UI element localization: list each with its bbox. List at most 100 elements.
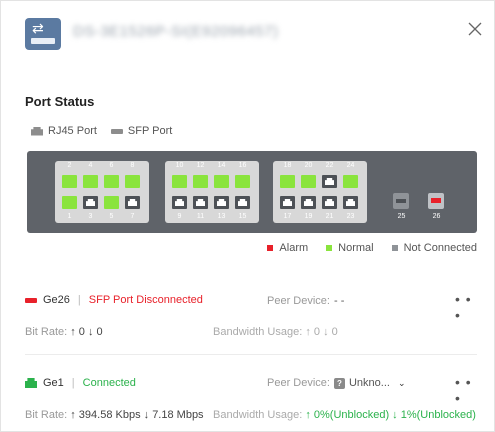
peer-label: Peer Device:	[267, 377, 330, 389]
port-number-9: 9	[177, 213, 182, 220]
rj45-jack-icon	[283, 199, 292, 206]
port-name: Ge26	[43, 294, 70, 306]
legend-alarm-label: Alarm	[279, 242, 309, 254]
port-23[interactable]	[343, 196, 358, 209]
port-status-panel: ⇄ DS-3E1526P-SI(E92096457) Port Status R…	[0, 0, 495, 432]
port-number-1: 1	[67, 213, 72, 220]
sfp-slot-icon	[396, 199, 406, 203]
port-14[interactable]	[214, 175, 229, 188]
alarm-swatch	[267, 245, 274, 251]
port-card-ge26: Ge26 | SFP Port Disconnected Peer Device…	[25, 291, 477, 344]
section-title: Port Status	[25, 94, 95, 109]
port-number-24: 24	[346, 162, 355, 169]
divider: |	[71, 377, 75, 389]
port-number-4: 4	[88, 162, 93, 169]
port-17[interactable]	[280, 196, 295, 209]
bandwidth-label: Bandwidth Usage:	[213, 409, 303, 421]
port-number-19: 19	[304, 213, 313, 220]
port-18[interactable]	[280, 175, 295, 188]
rj45-jack-icon	[325, 178, 334, 185]
rj45-jack-icon	[175, 199, 184, 206]
port-number-16: 16	[238, 162, 247, 169]
port-status: SFP Port Disconnected	[88, 294, 203, 306]
rj45-jack-icon	[65, 199, 74, 206]
port-13[interactable]	[214, 196, 229, 209]
unknown-device-icon: ?	[333, 377, 345, 389]
chevron-down-icon[interactable]: ⌄	[398, 378, 406, 389]
more-options-icon[interactable]: • • •	[455, 291, 477, 323]
rj45-jack-icon	[128, 199, 137, 206]
sfp-port-25[interactable]	[393, 193, 409, 209]
port-status: Connected	[82, 377, 136, 389]
legend-not-connected-label: Not Connected	[403, 242, 477, 254]
bandwidth-value: ↑ 0 ↓ 0	[305, 326, 338, 338]
port-20[interactable]	[301, 175, 316, 188]
rj45-jack-icon	[196, 178, 205, 185]
legend-alarm: Alarm	[267, 242, 308, 254]
rj45-jack-icon	[217, 199, 226, 206]
port-8[interactable]	[125, 175, 140, 188]
port-name: Ge1	[43, 377, 64, 389]
port-2[interactable]	[62, 175, 77, 188]
port-number-8: 8	[130, 162, 135, 169]
bandwidth-label: Bandwidth Usage:	[213, 326, 303, 338]
peer-label: Peer Device:	[267, 295, 330, 307]
rj45-jack-icon	[304, 199, 313, 206]
port-7[interactable]	[125, 196, 140, 209]
port-1[interactable]	[62, 196, 77, 209]
rj45-jack-icon	[304, 178, 313, 185]
rj45-jack-icon	[325, 199, 334, 206]
port-4[interactable]	[83, 175, 98, 188]
port-number-6: 6	[109, 162, 114, 169]
rj45-jack-icon	[346, 178, 355, 185]
port-number-17: 17	[283, 213, 292, 220]
port-6[interactable]	[104, 175, 119, 188]
port-12[interactable]	[193, 175, 208, 188]
port-15[interactable]	[235, 196, 250, 209]
switch-device-icon: ⇄	[25, 18, 61, 50]
rj45-jack-icon	[107, 199, 116, 206]
legend-sfp: SFP Port	[110, 125, 172, 137]
bandwidth-usage: Bandwidth Usage: ↑ 0 ↓ 0	[213, 326, 338, 338]
port-number-7: 7	[130, 213, 135, 220]
port-number-13: 13	[217, 213, 226, 220]
port-number-26: 26	[432, 213, 441, 220]
peer-device[interactable]: Peer Device: ? Unkno... ⌄	[267, 377, 406, 389]
legend-rj45: RJ45 Port	[31, 125, 97, 137]
port-9[interactable]	[172, 196, 187, 209]
port-11[interactable]	[193, 196, 208, 209]
bandwidth-usage: Bandwidth Usage: ↑ 0%(Unblocked) ↓ 1%(Un…	[213, 409, 476, 421]
port-number-23: 23	[346, 213, 355, 220]
sfp-port-icon	[110, 128, 123, 134]
port-number-15: 15	[238, 213, 247, 220]
sfp-port-26[interactable]	[428, 193, 444, 209]
port-3[interactable]	[83, 196, 98, 209]
rj45-jack-icon	[128, 178, 137, 185]
port-21[interactable]	[322, 196, 337, 209]
port-name-row: Ge1 | Connected	[25, 377, 136, 389]
rj45-jack-icon	[86, 199, 95, 206]
port-number-10: 10	[175, 162, 184, 169]
bit-rate-label: Bit Rate:	[25, 326, 68, 338]
more-options-icon[interactable]: • • •	[455, 374, 477, 406]
rj45-jack-icon	[65, 178, 74, 185]
normal-swatch	[326, 245, 333, 251]
close-icon[interactable]	[467, 21, 487, 41]
rj45-jack-icon	[107, 178, 116, 185]
device-title: DS-3E1526P-SI(E92096457)	[73, 23, 279, 40]
port-16[interactable]	[235, 175, 250, 188]
port-type-legend: RJ45 Port SFP Port	[31, 125, 172, 137]
switch-front-panel: 2 4 6 8 1 3 5 7 10 12 14 16 9 11 13 15 18 20 22 24 17 19 21 23 2…	[27, 151, 477, 233]
peer-value: - -	[333, 295, 345, 307]
port-22[interactable]	[322, 175, 337, 188]
sfp-port-icon	[25, 297, 37, 303]
port-10[interactable]	[172, 175, 187, 188]
rj45-jack-icon	[217, 178, 226, 185]
port-number-5: 5	[109, 213, 114, 220]
rj45-jack-icon	[238, 199, 247, 206]
port-24[interactable]	[343, 175, 358, 188]
port-5[interactable]	[104, 196, 119, 209]
port-19[interactable]	[301, 196, 316, 209]
port-number-11: 11	[196, 213, 205, 220]
port-number-21: 21	[325, 213, 334, 220]
